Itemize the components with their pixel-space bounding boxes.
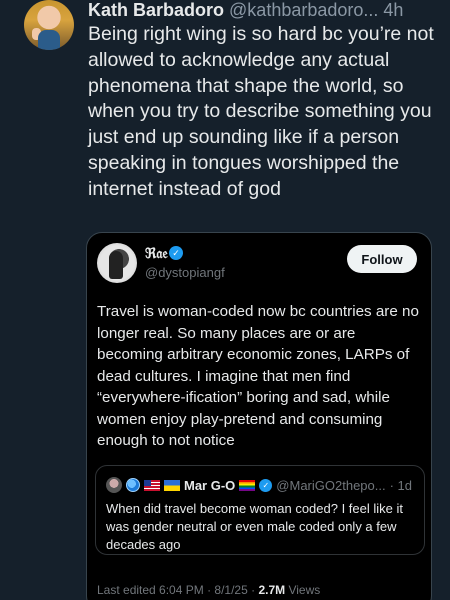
quoted-post-card[interactable]: ℜ𝔞𝔢 ✓ @dystopiangf Follow Travel is woma…: [86, 232, 432, 600]
quoted-post-meta: Last edited 6:04 PM · 8/1/25 · 2.7M View…: [97, 583, 320, 597]
nested-verified-badge-icon: ✓: [259, 478, 273, 492]
ukraine-flag-icon: [164, 479, 180, 491]
quoted-author-avatar[interactable]: [97, 243, 137, 283]
views-count: 2.7M: [258, 583, 286, 597]
author-handle[interactable]: @kathbarbadoro...: [229, 0, 378, 20]
author-avatar[interactable]: [24, 0, 74, 50]
globe-emoji-icon: [126, 478, 140, 492]
nested-author-avatar[interactable]: [106, 477, 122, 493]
pride-flag-icon: [239, 479, 256, 491]
nested-post-header: Mar G-O ✓ @MariGO2thepo... · 1d: [106, 476, 416, 494]
edited-timestamp[interactable]: Last edited 6:04 PM · 8/1/25 ·: [97, 583, 255, 597]
nested-post-time[interactable]: · 1d: [390, 478, 412, 493]
quoted-post-text: Travel is woman-coded now bc countries a…: [97, 303, 419, 449]
nested-quoted-post-card[interactable]: Mar G-O ✓ @MariGO2thepo... · 1d When did…: [95, 465, 425, 555]
post-time[interactable]: 4h: [383, 0, 403, 20]
us-flag-icon: [144, 479, 160, 491]
quoted-author-name[interactable]: ℜ𝔞𝔢: [145, 246, 168, 262]
author-name[interactable]: Kath Barbadoro: [88, 0, 224, 20]
nested-post-text: When did travel become woman coded? I fe…: [106, 501, 403, 552]
post-text: Being right wing is so hard bc you’re no…: [88, 23, 434, 200]
nested-author-handle[interactable]: @MariGO2thepo...: [276, 478, 385, 493]
follow-button[interactable]: Follow: [347, 245, 417, 273]
views-label: Views: [288, 583, 321, 597]
nested-author-name[interactable]: Mar G-O: [184, 478, 235, 493]
post-header: Kath Barbadoro @kathbarbadoro... 4h: [88, 0, 442, 20]
quoted-author-handle[interactable]: @dystopiangf: [145, 265, 225, 280]
verified-badge-icon: ✓: [169, 246, 183, 260]
